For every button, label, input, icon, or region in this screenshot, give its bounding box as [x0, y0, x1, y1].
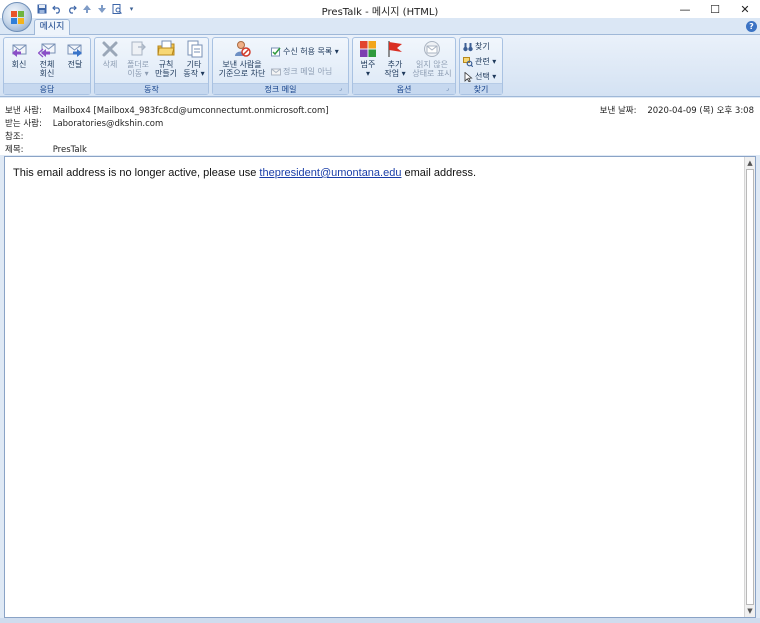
reply-button[interactable]: 회신 — [7, 40, 31, 69]
help-icon[interactable]: ? — [746, 21, 757, 32]
subject-row: 제목: PresTalk — [5, 143, 87, 155]
safe-list-icon — [271, 47, 281, 57]
message-body[interactable]: This email address is no longer active, … — [4, 156, 756, 618]
to-label: 받는 사람: — [5, 119, 42, 129]
sent-label: 보낸 날짜: — [599, 106, 637, 116]
follow-up-button[interactable]: 추가 작업 ▾ — [382, 40, 408, 78]
group-actions: 삭제 폴더로 이동 ▾ 규칙 만들기 기타 동작 ▾ 동작 — [94, 37, 209, 95]
group-label-find: 찾기 — [460, 83, 502, 94]
safe-senders-button[interactable]: 수신 허용 목록 ▾ — [271, 46, 339, 57]
scroll-thumb[interactable] — [746, 169, 754, 605]
from-value[interactable]: Mailbox4 [Mailbox4_983fc8cd@umconnectumt… — [53, 106, 329, 116]
reply-icon — [10, 40, 28, 58]
cc-label: 참조: — [5, 132, 24, 142]
scroll-down-icon[interactable]: ▼ — [745, 606, 755, 616]
group-junk: 보낸 사람을 기준으로 차단 수신 허용 목록 ▾ 정크 메일 아님 ⌟ 정크 … — [212, 37, 349, 95]
sent-value: 2020-04-09 (목) 오후 3:08 — [647, 106, 754, 116]
ribbon: 회신 전체 회신 전달 응답 삭제 폴더로 이동 ▾ 규칙 만들기 기타 동작 … — [0, 35, 760, 97]
scroll-up-icon[interactable]: ▲ — [745, 158, 755, 168]
not-junk-icon — [271, 67, 281, 77]
from-row: 보낸 사람: Mailbox4 [Mailbox4_983fc8cd@umcon… — [5, 104, 329, 116]
forward-icon — [66, 40, 84, 58]
junk-dialog-launcher[interactable]: ⌟ — [339, 85, 347, 93]
block-sender-button[interactable]: 보낸 사람을 기준으로 차단 — [215, 40, 269, 78]
delete-button[interactable]: 삭제 — [98, 40, 122, 69]
to-value[interactable]: Laboratories@dkshin.com — [53, 119, 164, 129]
select-button[interactable]: 선택 ▾ — [463, 71, 496, 82]
related-icon — [463, 56, 474, 67]
group-label-options: 옵션 — [353, 83, 455, 94]
forward-button[interactable]: 전달 — [63, 40, 87, 69]
message-text: This email address is no longer active, … — [13, 167, 477, 179]
reply-all-icon — [37, 40, 56, 58]
flag-icon — [386, 40, 404, 58]
window-title: PresTalk - 메시지 (HTML) — [321, 7, 439, 18]
create-rule-button[interactable]: 규칙 만들기 — [153, 40, 179, 78]
ribbon-tab-row: 메시지 ? — [0, 18, 760, 35]
subject-value: PresTalk — [52, 145, 87, 155]
group-options: 범주 ▾ 추가 작업 ▾ 읽지 않은 상태로 표시 ⌟ 옵션 — [352, 37, 456, 95]
related-button[interactable]: 관련 ▾ — [463, 56, 496, 67]
message-header: 보낸 사람: Mailbox4 [Mailbox4_983fc8cd@umcon… — [0, 98, 760, 155]
from-label: 보낸 사람: — [5, 106, 42, 116]
rule-icon — [157, 40, 175, 58]
subject-label: 제목: — [5, 145, 24, 155]
reply-all-button[interactable]: 전체 회신 — [34, 40, 60, 78]
group-respond: 회신 전체 회신 전달 응답 — [3, 37, 91, 95]
close-button[interactable]: ✕ — [730, 0, 760, 18]
move-folder-icon — [129, 40, 147, 58]
delete-icon — [101, 40, 119, 58]
categorize-button[interactable]: 범주 ▾ — [356, 40, 380, 78]
minimize-button[interactable]: — — [670, 0, 700, 18]
other-actions-icon — [185, 40, 203, 58]
status-bar — [0, 618, 760, 623]
mark-unread-button[interactable]: 읽지 않은 상태로 표시 — [410, 40, 454, 78]
email-link[interactable]: thepresident@umontana.edu — [259, 167, 401, 179]
mark-unread-icon — [423, 40, 441, 58]
options-dialog-launcher[interactable]: ⌟ — [446, 85, 454, 93]
binoculars-icon — [463, 42, 473, 52]
categorize-icon — [359, 40, 377, 58]
find-button[interactable]: 찾기 — [463, 41, 490, 52]
block-sender-icon — [233, 40, 251, 58]
other-actions-button[interactable]: 기타 동작 ▾ — [181, 40, 207, 78]
maximize-button[interactable]: ☐ — [700, 0, 730, 18]
vertical-scrollbar[interactable]: ▲ ▼ — [744, 157, 755, 617]
office-logo-icon — [11, 11, 25, 25]
group-label-actions: 동작 — [95, 83, 208, 94]
tab-message[interactable]: 메시지 — [34, 19, 70, 35]
office-button[interactable] — [2, 2, 32, 32]
to-row: 받는 사람: Laboratories@dkshin.com — [5, 117, 163, 129]
cursor-icon — [463, 71, 473, 82]
move-to-folder-button[interactable]: 폴더로 이동 ▾ — [124, 40, 152, 78]
group-find: 찾기 관련 ▾ 선택 ▾ 찾기 — [459, 37, 503, 95]
sent-date: 보낸 날짜: 2020-04-09 (목) 오후 3:08 — [600, 104, 754, 116]
title-bar: ▾ PresTalk - 메시지 (HTML) — ☐ ✕ — [0, 0, 760, 18]
group-label-junk: 정크 메일 — [213, 83, 348, 94]
not-junk-button[interactable]: 정크 메일 아님 — [271, 66, 332, 77]
group-label-respond: 응답 — [4, 83, 90, 94]
cc-row: 참조: — [5, 130, 50, 142]
